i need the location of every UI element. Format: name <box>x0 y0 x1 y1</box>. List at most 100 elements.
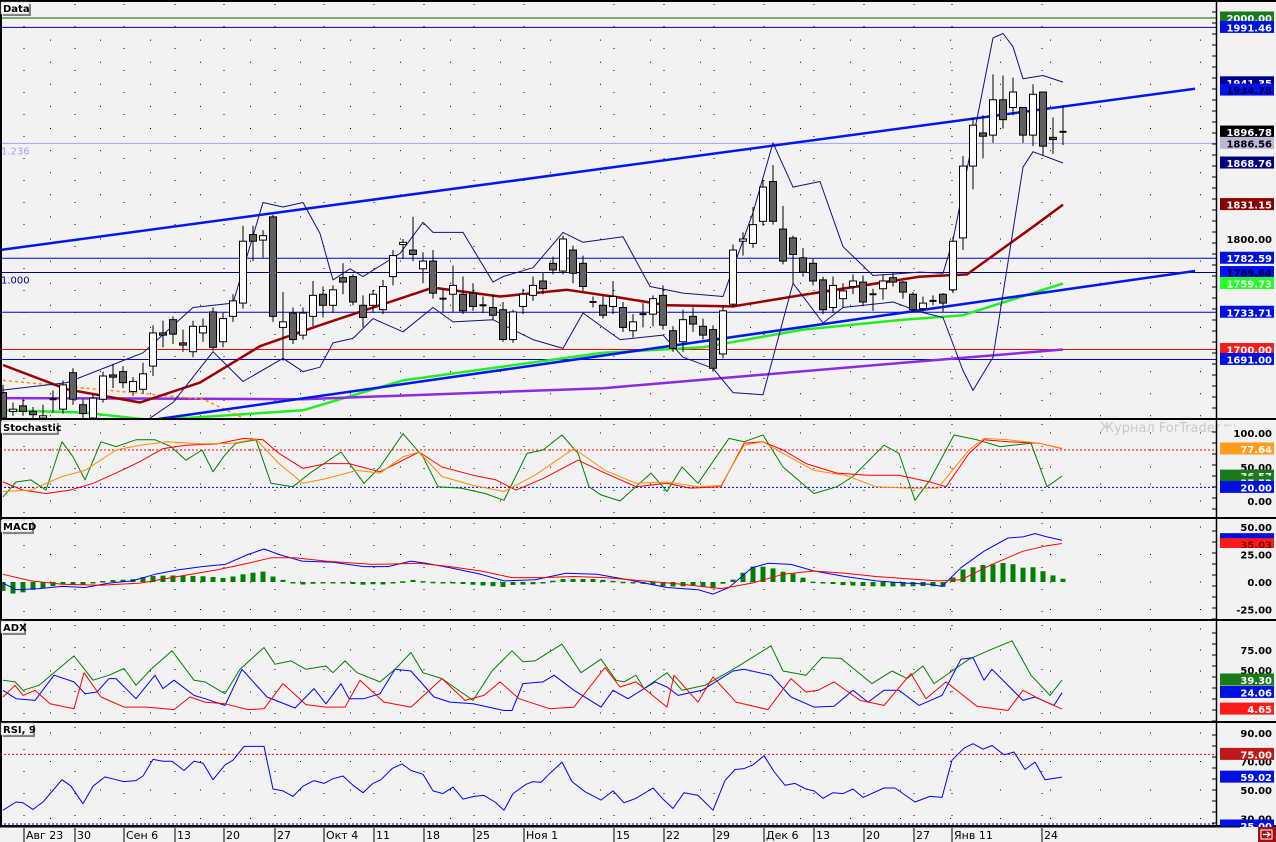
candle[interactable] <box>19 399 27 416</box>
candle[interactable] <box>59 380 67 414</box>
candle[interactable] <box>869 288 877 311</box>
candle[interactable] <box>519 288 527 315</box>
candle[interactable] <box>879 274 887 300</box>
candle[interactable] <box>619 301 627 332</box>
candle[interactable] <box>549 256 557 275</box>
candle[interactable] <box>959 156 967 251</box>
candle[interactable] <box>809 258 817 286</box>
candle[interactable] <box>289 307 297 344</box>
candle[interactable] <box>189 320 197 358</box>
candle[interactable] <box>109 363 117 389</box>
candle[interactable] <box>659 285 667 330</box>
candle[interactable] <box>749 206 757 248</box>
candle[interactable] <box>139 362 147 394</box>
candle[interactable] <box>839 283 847 308</box>
candle[interactable] <box>469 283 477 311</box>
candle[interactable] <box>759 180 767 226</box>
candle[interactable] <box>999 75 1007 129</box>
macd-histogram-bar <box>460 582 466 585</box>
candle[interactable] <box>1009 77 1017 116</box>
candle[interactable] <box>509 309 517 343</box>
candle[interactable] <box>329 285 337 314</box>
candle[interactable] <box>559 235 567 275</box>
candle[interactable] <box>579 255 587 291</box>
candle[interactable] <box>229 294 237 322</box>
candle[interactable] <box>629 314 637 338</box>
candle[interactable] <box>709 325 717 372</box>
candle[interactable] <box>29 406 37 419</box>
candle[interactable] <box>939 293 947 312</box>
candle[interactable] <box>989 74 997 143</box>
candle[interactable] <box>969 117 977 190</box>
candle[interactable] <box>689 307 697 332</box>
candle[interactable] <box>819 276 827 315</box>
candle[interactable] <box>79 399 87 419</box>
chart-canvas[interactable]: 1.2361.000Журнал ForTrader.ruDataStochas… <box>0 0 1276 842</box>
price-axis-label: 25.00 <box>1220 548 1274 562</box>
candle[interactable] <box>439 288 447 312</box>
candle[interactable] <box>669 326 677 352</box>
candle[interactable] <box>419 252 427 284</box>
candle[interactable] <box>379 279 387 315</box>
candle[interactable] <box>69 368 77 405</box>
candle[interactable] <box>259 230 267 258</box>
candle[interactable] <box>909 292 917 312</box>
candle[interactable] <box>459 276 467 315</box>
candle[interactable] <box>389 250 397 286</box>
candle[interactable] <box>929 295 937 306</box>
candle[interactable] <box>979 115 987 159</box>
candle[interactable] <box>319 286 327 318</box>
candle[interactable] <box>1029 84 1037 147</box>
candle[interactable] <box>209 307 217 351</box>
candle[interactable] <box>639 303 647 328</box>
candle[interactable] <box>199 318 207 342</box>
candle[interactable] <box>949 236 957 294</box>
candle[interactable] <box>569 245 577 284</box>
candle[interactable] <box>219 313 227 348</box>
scroll-to-end-button[interactable] <box>1258 827 1276 842</box>
candle-body <box>299 312 307 336</box>
candle[interactable] <box>1019 107 1027 143</box>
candle[interactable] <box>729 244 737 308</box>
candle[interactable] <box>279 292 287 361</box>
candle[interactable] <box>89 393 97 421</box>
candle[interactable] <box>829 276 837 314</box>
candle[interactable] <box>429 250 437 299</box>
candle[interactable] <box>9 402 17 416</box>
candle[interactable] <box>779 205 787 265</box>
candle[interactable] <box>799 247 807 277</box>
candle[interactable] <box>489 294 497 320</box>
candle[interactable] <box>99 371 107 403</box>
candle[interactable] <box>719 305 727 359</box>
candle[interactable] <box>479 296 487 314</box>
candle[interactable] <box>609 280 617 315</box>
candle[interactable] <box>1039 91 1047 156</box>
candle[interactable] <box>159 320 167 348</box>
candle[interactable] <box>349 274 357 306</box>
candle[interactable] <box>849 274 857 295</box>
candle[interactable] <box>239 225 247 309</box>
candle[interactable] <box>859 275 867 307</box>
adx-panel <box>0 625 1216 722</box>
candle[interactable] <box>899 280 907 299</box>
candle[interactable] <box>739 232 747 256</box>
candle[interactable] <box>789 235 797 284</box>
candle[interactable] <box>399 239 407 259</box>
candle[interactable] <box>699 318 707 340</box>
candle[interactable] <box>649 295 657 327</box>
candle[interactable] <box>169 316 177 344</box>
candle[interactable] <box>119 366 127 389</box>
candle[interactable] <box>179 329 187 352</box>
candle[interactable] <box>339 263 347 295</box>
candle[interactable] <box>1049 117 1057 154</box>
candle[interactable] <box>529 276 537 301</box>
candle[interactable] <box>269 214 277 322</box>
candle[interactable] <box>359 295 367 328</box>
candle[interactable] <box>149 325 157 377</box>
candle[interactable] <box>769 164 777 225</box>
candle[interactable] <box>1059 105 1067 146</box>
candle[interactable] <box>499 301 507 342</box>
candle[interactable] <box>589 296 597 308</box>
candle[interactable] <box>599 296 607 319</box>
candle[interactable] <box>309 280 317 327</box>
